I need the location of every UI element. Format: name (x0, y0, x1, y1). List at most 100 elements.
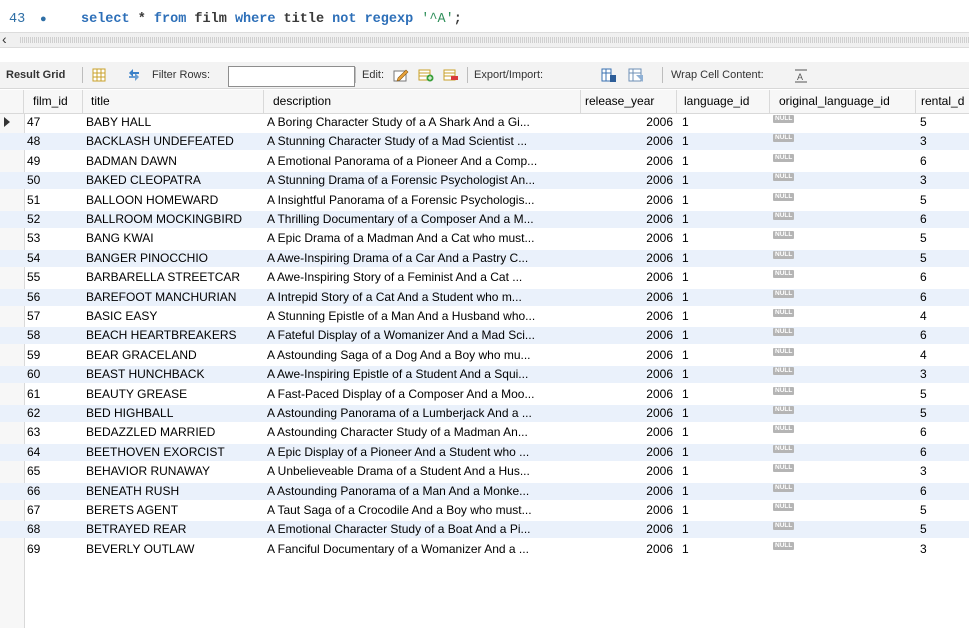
cell-release-year[interactable]: 2006 (581, 269, 677, 286)
cell-language-id[interactable]: 1 (677, 386, 770, 403)
cell-language-id[interactable]: 1 (677, 327, 770, 344)
table-row[interactable]: 69 BEVERLY OUTLAW A Fanciful Documentary o… (0, 541, 969, 558)
table-row[interactable]: 54 BANGER PINOCCHIO A Awe-Inspiring Drama … (0, 249, 969, 267)
cell-description[interactable]: A Taut Saga of a Crocodile And a Boy who… (264, 502, 581, 519)
cell-rental-duration[interactable]: 6 (916, 327, 969, 344)
cell-title[interactable]: BENEATH RUSH (83, 483, 264, 500)
table-row[interactable]: 64 BEETHOVEN EXORCIST A Epic Display of a … (0, 443, 969, 461)
cell-description[interactable]: A Stunning Epistle of a Man And a Husban… (264, 308, 581, 325)
table-row[interactable]: 66 BENEATH RUSH A Astounding Panorama of a… (0, 482, 969, 500)
cell-title[interactable]: BACKLASH UNDEFEATED (83, 133, 264, 150)
cell-original-language-id[interactable]: NULL (770, 153, 916, 170)
cell-release-year[interactable]: 2006 (581, 502, 677, 519)
export-icon[interactable] (601, 67, 617, 83)
cell-film-id[interactable]: 67 (24, 502, 83, 519)
cell-film-id[interactable]: 53 (24, 230, 83, 247)
cell-release-year[interactable]: 2006 (581, 172, 677, 189)
cell-original-language-id[interactable]: NULL (770, 211, 916, 228)
cell-rental-duration[interactable]: 3 (916, 133, 969, 150)
cell-original-language-id[interactable]: NULL (770, 521, 916, 538)
cell-release-year[interactable]: 2006 (581, 211, 677, 228)
header-language-id[interactable]: language_id (677, 90, 770, 113)
cell-film-id[interactable]: 66 (24, 483, 83, 500)
cell-title[interactable]: BEVERLY OUTLAW (83, 541, 264, 558)
cell-description[interactable]: A Emotional Panorama of a Pioneer And a … (264, 153, 581, 170)
cell-rental-duration[interactable]: 5 (916, 192, 969, 209)
cell-rental-duration[interactable]: 4 (916, 308, 969, 325)
cell-original-language-id[interactable]: NULL (770, 269, 916, 286)
header-title[interactable]: title (83, 90, 264, 113)
cell-original-language-id[interactable]: NULL (770, 172, 916, 189)
cell-rental-duration[interactable]: 6 (916, 269, 969, 286)
cell-description[interactable]: A Awe-Inspiring Drama of a Car And a Pas… (264, 250, 581, 267)
cell-rental-duration[interactable]: 6 (916, 153, 969, 170)
cell-release-year[interactable]: 2006 (581, 521, 677, 538)
table-row[interactable]: 62 BED HIGHBALL A Astounding Panorama of a… (0, 405, 969, 422)
cell-release-year[interactable]: 2006 (581, 444, 677, 461)
cell-film-id[interactable]: 57 (24, 308, 83, 325)
cell-title[interactable]: BASIC EASY (83, 308, 264, 325)
cell-language-id[interactable]: 1 (677, 366, 770, 383)
cell-film-id[interactable]: 56 (24, 289, 83, 306)
cell-title[interactable]: BALLOON HOMEWARD (83, 192, 264, 209)
cell-language-id[interactable]: 1 (677, 405, 770, 422)
cell-title[interactable]: BEAST HUNCHBACK (83, 366, 264, 383)
cell-release-year[interactable]: 2006 (581, 308, 677, 325)
delete-row-icon[interactable] (443, 67, 459, 83)
cell-language-id[interactable]: 1 (677, 308, 770, 325)
cell-title[interactable]: BEAR GRACELAND (83, 347, 264, 364)
cell-original-language-id[interactable]: NULL (770, 483, 916, 500)
table-row[interactable]: 58 BEACH HEARTBREAKERS A Fateful Display o… (0, 327, 969, 345)
cell-title[interactable]: BEETHOVEN EXORCIST (83, 444, 264, 461)
scrollbar-thumb[interactable] (20, 37, 969, 43)
cell-description[interactable]: A Fateful Display of a Womanizer And a M… (264, 327, 581, 344)
cell-language-id[interactable]: 1 (677, 444, 770, 461)
header-release-year[interactable]: release_year (581, 90, 677, 113)
cell-release-year[interactable]: 2006 (581, 541, 677, 558)
cell-rental-duration[interactable]: 6 (916, 444, 969, 461)
cell-language-id[interactable]: 1 (677, 463, 770, 480)
cell-rental-duration[interactable]: 6 (916, 483, 969, 500)
cell-title[interactable]: BARBARELLA STREETCAR (83, 269, 264, 286)
table-row[interactable]: 48 BACKLASH UNDEFEATED A Stunning Characte… (0, 133, 969, 151)
cell-description[interactable]: A Unbelieveable Drama of a Student And a… (264, 463, 581, 480)
cell-title[interactable]: BETRAYED REAR (83, 521, 264, 538)
cell-film-id[interactable]: 64 (24, 444, 83, 461)
cell-release-year[interactable]: 2006 (581, 347, 677, 364)
cell-language-id[interactable]: 1 (677, 133, 770, 150)
cell-release-year[interactable]: 2006 (581, 327, 677, 344)
cell-description[interactable]: A Boring Character Study of a A Shark An… (264, 114, 581, 131)
cell-release-year[interactable]: 2006 (581, 424, 677, 441)
sql-query[interactable]: select * from film where title not regex… (81, 10, 462, 30)
cell-original-language-id[interactable]: NULL (770, 327, 916, 344)
cell-original-language-id[interactable]: NULL (770, 541, 916, 558)
cell-language-id[interactable]: 1 (677, 114, 770, 131)
filter-icon[interactable] (126, 67, 142, 83)
cell-original-language-id[interactable]: NULL (770, 308, 916, 325)
cell-description[interactable]: A Astounding Saga of a Dog And a Boy who… (264, 347, 581, 364)
cell-title[interactable]: BADMAN DAWN (83, 153, 264, 170)
cell-description[interactable]: A Fanciful Documentary of a Womanizer An… (264, 541, 581, 558)
cell-title[interactable]: BAKED CLEOPATRA (83, 172, 264, 189)
cell-original-language-id[interactable]: NULL (770, 424, 916, 441)
cell-rental-duration[interactable]: 3 (916, 172, 969, 189)
cell-title[interactable]: BEAUTY GREASE (83, 386, 264, 403)
cell-film-id[interactable]: 55 (24, 269, 83, 286)
table-row[interactable]: 57 BASIC EASY A Stunning Epistle of a Man … (0, 308, 969, 325)
cell-original-language-id[interactable]: NULL (770, 366, 916, 383)
cell-film-id[interactable]: 58 (24, 327, 83, 344)
cell-title[interactable]: BABY HALL (83, 114, 264, 131)
cell-description[interactable]: A Insightful Panorama of a Forensic Psyc… (264, 192, 581, 209)
result-grid-label[interactable]: Result Grid (6, 62, 65, 88)
header-rental-duration[interactable]: rental_d (916, 90, 969, 113)
cell-rental-duration[interactable]: 6 (916, 424, 969, 441)
cell-rental-duration[interactable]: 5 (916, 521, 969, 538)
cell-language-id[interactable]: 1 (677, 289, 770, 306)
cell-original-language-id[interactable]: NULL (770, 250, 916, 267)
cell-language-id[interactable]: 1 (677, 424, 770, 441)
cell-release-year[interactable]: 2006 (581, 463, 677, 480)
cell-rental-duration[interactable]: 4 (916, 347, 969, 364)
cell-title[interactable]: BANG KWAI (83, 230, 264, 247)
table-row[interactable]: 50 BAKED CLEOPATRA A Stunning Drama of a F… (0, 172, 969, 190)
table-row[interactable]: 53 BANG KWAI A Epic Drama of a Madman And … (0, 230, 969, 247)
